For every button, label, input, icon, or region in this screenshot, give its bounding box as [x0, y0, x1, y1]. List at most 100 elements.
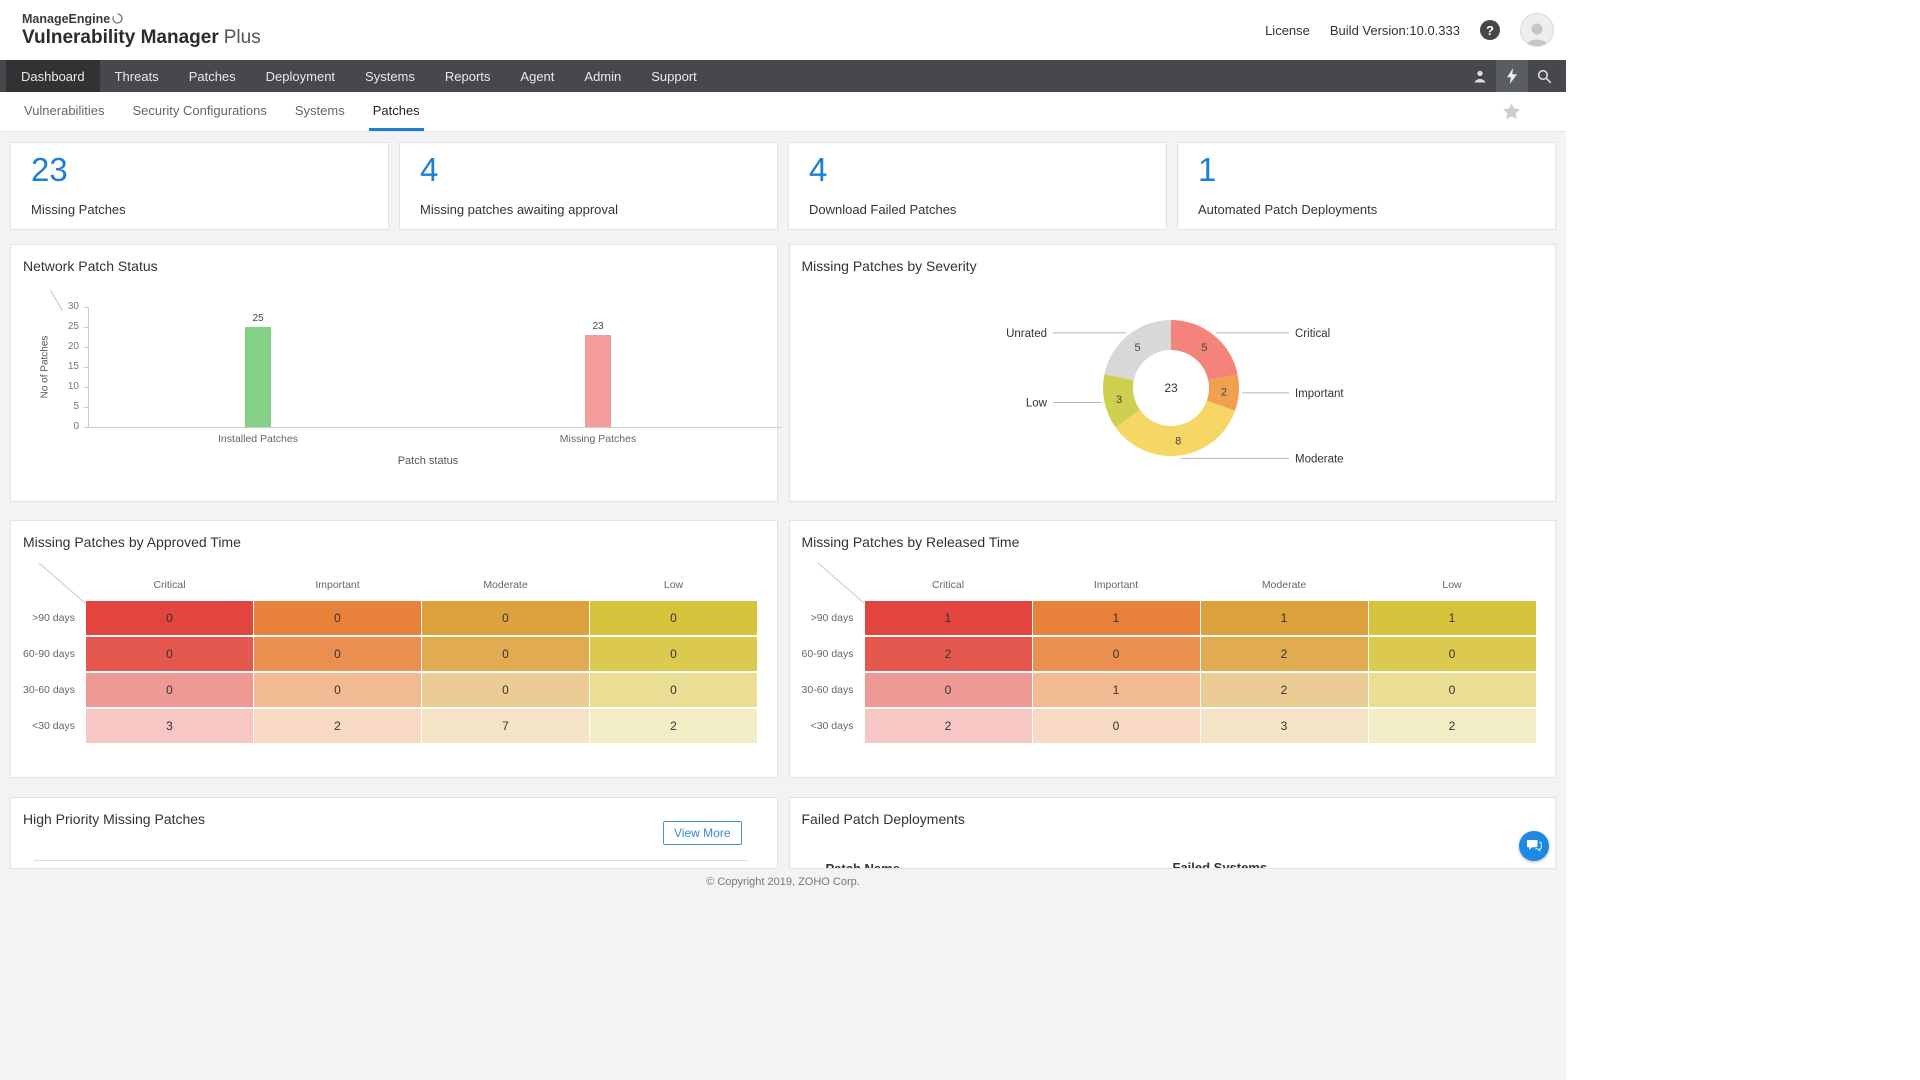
y-tick-label: 25	[23, 321, 79, 332]
heatmap-cell-30-60-days-low[interactable]: 0	[1369, 673, 1536, 707]
nav-item-patches[interactable]: Patches	[174, 60, 251, 92]
nav-item-support[interactable]: Support	[636, 60, 712, 92]
heatmap-cell-30-60-days-critical[interactable]: 0	[86, 673, 253, 707]
stat-card-missing-patches-awaiting-approval[interactable]: 4Missing patches awaiting approval	[399, 142, 778, 230]
announcements-icon[interactable]	[1464, 60, 1496, 92]
high-priority-missing-patches-panel: High Priority Missing Patches View More	[10, 797, 778, 869]
bar-missing-patches[interactable]	[585, 335, 611, 427]
heatmap-cell-90-days-important[interactable]: 0	[254, 601, 421, 635]
heatmap-cell-60-90-days-critical[interactable]: 2	[865, 637, 1032, 671]
row-label-30-60-days: 30-60 days	[800, 673, 864, 707]
heatmap-cell-60-90-days-moderate[interactable]: 2	[1201, 637, 1368, 671]
heatmap-cell-90-days-low[interactable]: 0	[590, 601, 757, 635]
chat-icon	[1526, 839, 1542, 853]
heatmap-cell-90-days-important[interactable]: 1	[1033, 601, 1200, 635]
nav-item-threats[interactable]: Threats	[100, 60, 174, 92]
subnav-tab-vulnerabilities[interactable]: Vulnerabilities	[20, 92, 108, 131]
stat-label: Missing Patches	[31, 202, 368, 217]
network-patch-status-panel: Network Patch Status 05101520253025Insta…	[10, 244, 778, 502]
x-category-label: Missing Patches	[528, 433, 668, 445]
heatmap-cell-60-90-days-low[interactable]: 0	[590, 637, 757, 671]
heatmap-cell-60-90-days-moderate[interactable]: 0	[422, 637, 589, 671]
stat-card-download-failed-patches[interactable]: 4Download Failed Patches	[788, 142, 1167, 230]
product-name: Vulnerability ManagerPlus	[22, 27, 261, 49]
heatmap-cell-30-days-moderate[interactable]: 7	[422, 709, 589, 743]
heatmap-cell-30-60-days-low[interactable]: 0	[590, 673, 757, 707]
heatmap-cell-60-90-days-critical[interactable]: 0	[86, 637, 253, 671]
row-label-90-days: >90 days	[800, 601, 864, 635]
y-tick-mark	[84, 367, 88, 368]
heatmap-cell-90-days-moderate[interactable]: 1	[1201, 601, 1368, 635]
heatmaps-row: Missing Patches by Approved Time Critica…	[10, 520, 1556, 778]
nav-item-admin[interactable]: Admin	[569, 60, 636, 92]
x-category-label: Installed Patches	[188, 433, 328, 445]
heatmap-cell-30-60-days-important[interactable]: 0	[254, 673, 421, 707]
copyright-footer: © Copyright 2019, ZOHO Corp.	[10, 876, 1556, 888]
heatmap-cell-30-days-important[interactable]: 2	[254, 709, 421, 743]
license-link[interactable]: License	[1265, 23, 1310, 38]
nav-item-reports[interactable]: Reports	[430, 60, 506, 92]
view-more-button[interactable]: View More	[663, 821, 741, 845]
heatmap-cell-30-days-critical[interactable]: 3	[86, 709, 253, 743]
missing-patches-by-severity-panel: Missing Patches by Severity 5Critical2Im…	[789, 244, 1557, 502]
heatmap-cell-60-90-days-low[interactable]: 0	[1369, 637, 1536, 671]
heatmap-cell-30-60-days-critical[interactable]: 0	[865, 673, 1032, 707]
main-nav: DashboardThreatsPatchesDeploymentSystems…	[0, 60, 1566, 92]
column-header-low: Low	[1369, 561, 1536, 599]
panel-title-failed-deployments: Failed Patch Deployments	[802, 811, 965, 827]
lightning-icon	[1506, 68, 1518, 84]
nav-item-agent[interactable]: Agent	[505, 60, 569, 92]
brand-company: ManageEngine	[22, 12, 261, 26]
nav-item-deployment[interactable]: Deployment	[251, 60, 350, 92]
product-name-suffix: Plus	[224, 27, 261, 48]
stat-card-automated-patch-deployments[interactable]: 1Automated Patch Deployments	[1177, 142, 1556, 230]
help-icon[interactable]: ?	[1480, 20, 1500, 40]
heatmap-cell-30-days-important[interactable]: 0	[1033, 709, 1200, 743]
column-header-moderate: Moderate	[1201, 561, 1368, 599]
y-tick-mark	[84, 327, 88, 328]
heatmap-cell-30-days-critical[interactable]: 2	[865, 709, 1032, 743]
heatmap-cell-30-60-days-important[interactable]: 1	[1033, 673, 1200, 707]
heatmap-cell-60-90-days-important[interactable]: 0	[1033, 637, 1200, 671]
stat-value: 1	[1198, 151, 1535, 189]
heatmap-cell-30-60-days-moderate[interactable]: 2	[1201, 673, 1368, 707]
dashboard-content: 23Missing Patches4Missing patches awaiti…	[0, 132, 1566, 1080]
favorite-star-icon[interactable]	[1501, 101, 1522, 127]
subnav-tab-systems[interactable]: Systems	[291, 92, 349, 131]
bar-installed-patches[interactable]	[245, 327, 271, 427]
main-nav-items: DashboardThreatsPatchesDeploymentSystems…	[6, 60, 712, 92]
heatmap-cell-30-days-moderate[interactable]: 3	[1201, 709, 1368, 743]
heatmap-cell-30-days-low[interactable]: 2	[590, 709, 757, 743]
row-label-30-days: <30 days	[21, 709, 85, 743]
heatmap-cell-90-days-critical[interactable]: 0	[86, 601, 253, 635]
product-name-main: Vulnerability Manager	[22, 27, 219, 48]
heatmap-cell-30-days-low[interactable]: 2	[1369, 709, 1536, 743]
heatmap-cell-90-days-moderate[interactable]: 0	[422, 601, 589, 635]
bottom-row: High Priority Missing Patches View More …	[10, 797, 1556, 869]
star-icon	[1501, 101, 1522, 122]
search-icon[interactable]	[1528, 60, 1560, 92]
bar-value-label: 23	[578, 321, 618, 332]
heatmap-cell-90-days-low[interactable]: 1	[1369, 601, 1536, 635]
heatmap-cell-60-90-days-important[interactable]: 0	[254, 637, 421, 671]
nav-item-systems[interactable]: Systems	[350, 60, 430, 92]
column-header-low: Low	[590, 561, 757, 599]
bar-chart: 05101520253025Installed Patches23Missing…	[23, 273, 768, 498]
chat-button[interactable]	[1519, 831, 1549, 861]
heatmap-cell-90-days-critical[interactable]: 1	[865, 601, 1032, 635]
heatmap-cell-30-60-days-moderate[interactable]: 0	[422, 673, 589, 707]
panel-title-approved-time: Missing Patches by Approved Time	[23, 534, 241, 550]
panel-title-released-time: Missing Patches by Released Time	[802, 534, 1020, 550]
quick-actions-icon[interactable]	[1496, 60, 1528, 92]
y-axis-title: No of Patches	[40, 336, 51, 399]
avatar[interactable]	[1520, 13, 1554, 47]
nav-item-dashboard[interactable]: Dashboard	[6, 60, 100, 92]
heatmap-grid: CriticalImportantModerateLow>90 days0000…	[21, 561, 761, 743]
stat-card-missing-patches[interactable]: 23Missing Patches	[10, 142, 389, 230]
donut-label-moderate: Moderate	[1295, 453, 1344, 465]
x-axis-line	[88, 427, 782, 428]
sub-nav-tabs: Vulnerabilities Security Configurations Sy…	[0, 92, 424, 131]
subnav-tab-patches[interactable]: Patches	[369, 92, 424, 131]
subnav-tab-security-configurations[interactable]: Security Configurations	[128, 92, 270, 131]
heatmap-corner	[21, 561, 85, 599]
